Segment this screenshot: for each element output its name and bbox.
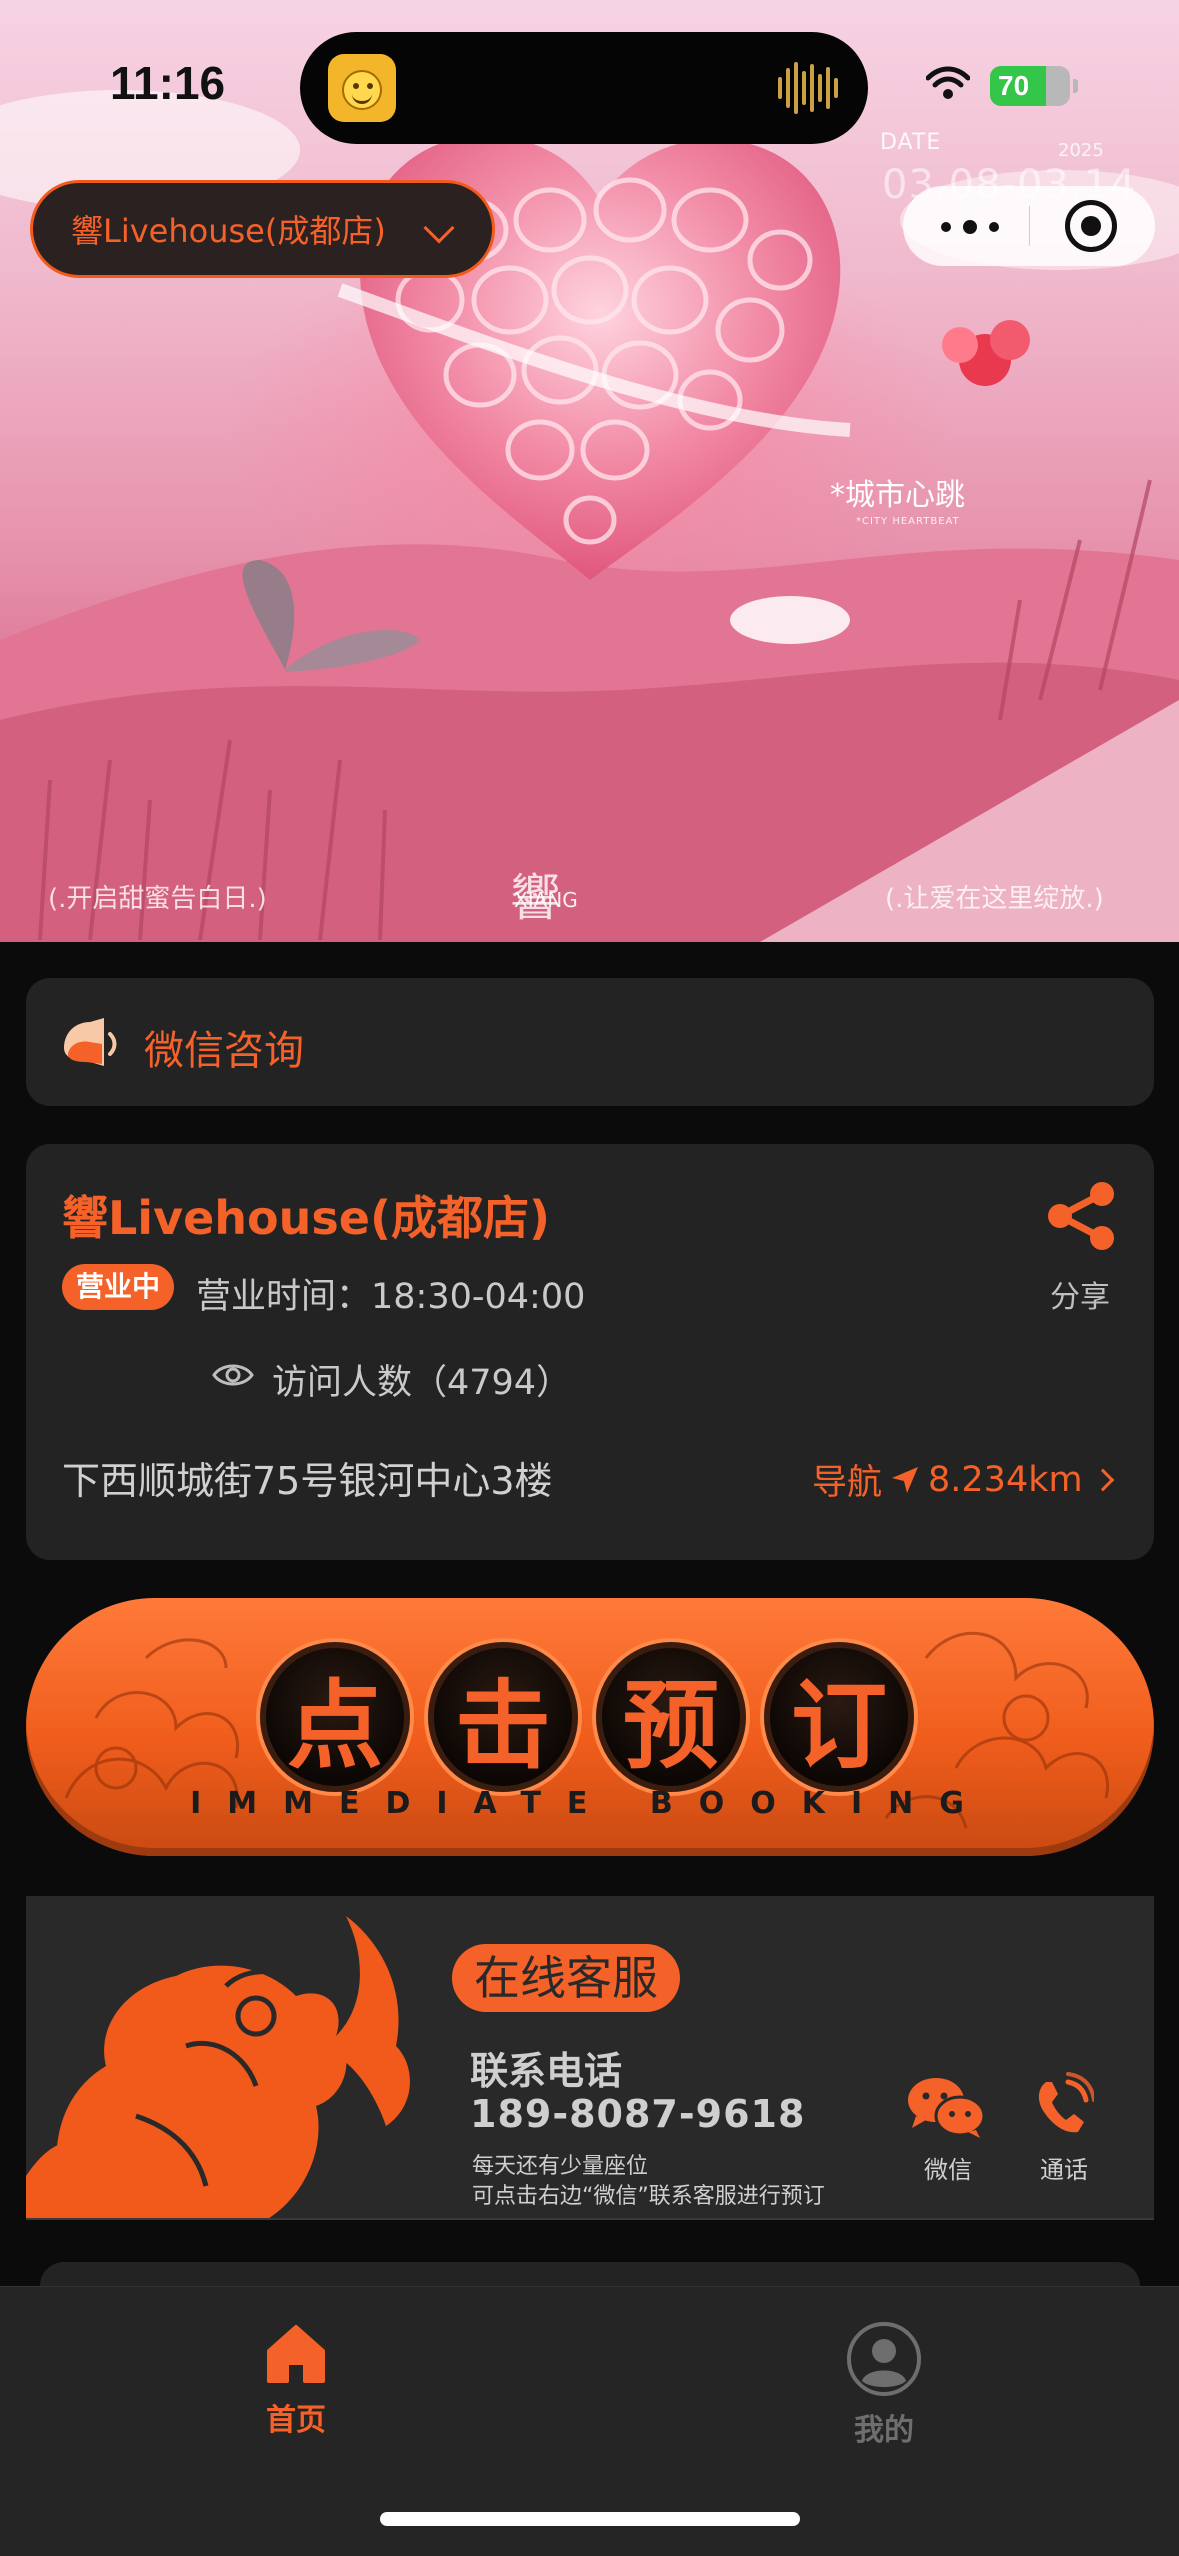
wechat-consult-label: 微信咨询 [144,1028,304,1074]
battery-percent: 70 [998,70,1030,101]
music-app-icon[interactable] [328,54,396,122]
hero-caption-left: (.开启甜蜜告白日.) [48,884,267,914]
navigate-button[interactable]: 导航 8.234km [812,1454,1114,1505]
wechat-consult-bar[interactable]: 微信咨询 [26,978,1154,1106]
user-profile-icon [847,2322,921,2396]
share-label[interactable]: 分享 [1050,1272,1110,1316]
booking-char-2: 击 [428,1642,578,1792]
booking-char-4: 订 [764,1642,914,1792]
tab-home[interactable]: 首页 [196,2321,396,2439]
open-status-badge: 营业中 [62,1264,175,1310]
phone-label: 联系电话 [470,2049,623,2093]
wifi-icon [926,66,970,99]
home-icon [267,2325,325,2383]
hero-date-year: 2025 [1058,140,1104,161]
distance-value: 8.234km [928,1459,1083,1500]
wechat-label[interactable]: 微信 [924,2150,972,2185]
share-icon[interactable] [1046,1180,1118,1252]
booking-banner-button[interactable]: 点 击 预 订 IMMEDIATE BOOKING [26,1598,1154,1856]
speaker-icon [64,1018,117,1066]
venue-name: 響Livehouse(成都店) [62,1191,550,1245]
phone-number[interactable]: 189-8087-9618 [470,2092,805,2136]
hero-city-subtitle: *CITY HEARTBEAT [856,516,960,527]
chevron-down-icon [423,212,455,244]
dynamic-island[interactable] [300,32,868,144]
booking-char-1: 点 [260,1642,410,1792]
tab-home-label: 首页 [266,2403,326,2438]
service-note-wechat: 可点击右边“微信”联系客服进行预订 [472,2184,825,2209]
tab-mine-label: 我的 [854,2413,914,2448]
location-arrow-icon [892,1466,919,1493]
close-miniprogram-icon[interactable] [1065,200,1117,252]
audio-wave-icon [778,60,838,116]
hero-logo-sub: XIANG [514,888,578,912]
battery-icon: 70 [990,66,1078,106]
hero-caption-right: (.让爱在这里绽放.) [885,884,1104,914]
wechat-icon[interactable] [906,2074,986,2140]
more-icon[interactable] [941,220,1001,234]
booking-english-label: IMMEDIATE BOOKING [190,1786,990,1821]
hero-date-label: DATE [880,130,942,155]
navigate-label: 导航 [812,1463,883,1503]
online-service-title: 在线客服 [452,1944,680,2012]
phone-call-icon[interactable] [1032,2072,1094,2138]
hero-city-title: *城市心跳 [830,478,965,513]
eye-icon [212,1364,254,1386]
lion-mascot-illustration [26,1916,410,2218]
miniprogram-capsule [903,186,1155,266]
online-service-card: 在线客服 联系电话 189-8087-9618 每天还有少量座位 可点击右边“微… [26,1896,1154,2220]
store-selector-label: 響Livehouse(成都店) [71,212,386,250]
store-selector[interactable]: 響Livehouse(成都店) [30,180,495,278]
status-time: 11:16 [110,57,226,109]
chevron-right-icon [1091,1468,1114,1491]
call-label[interactable]: 通话 [1040,2150,1088,2185]
screen: DATE 2025 03.08-03.14 *城市心跳 *CITY HEARTB… [0,0,1179,2556]
service-note-seats: 每天还有少量座位 [472,2154,649,2179]
home-indicator[interactable] [380,2512,800,2526]
visitor-count: 访问人数（4794） [272,1363,572,1403]
business-hours: 营业时间：18:30-04:00 [196,1277,586,1317]
venue-info-card: 響Livehouse(成都店) 分享 营业中 营业时间：18:30-04:00 … [26,1144,1154,1560]
booking-char-3: 预 [596,1642,746,1792]
booking-title: 点 击 预 订 [260,1642,914,1792]
venue-address: 下西顺城街75号银河中心3楼 [62,1459,553,1503]
tab-mine[interactable]: 我的 [784,2321,984,2449]
